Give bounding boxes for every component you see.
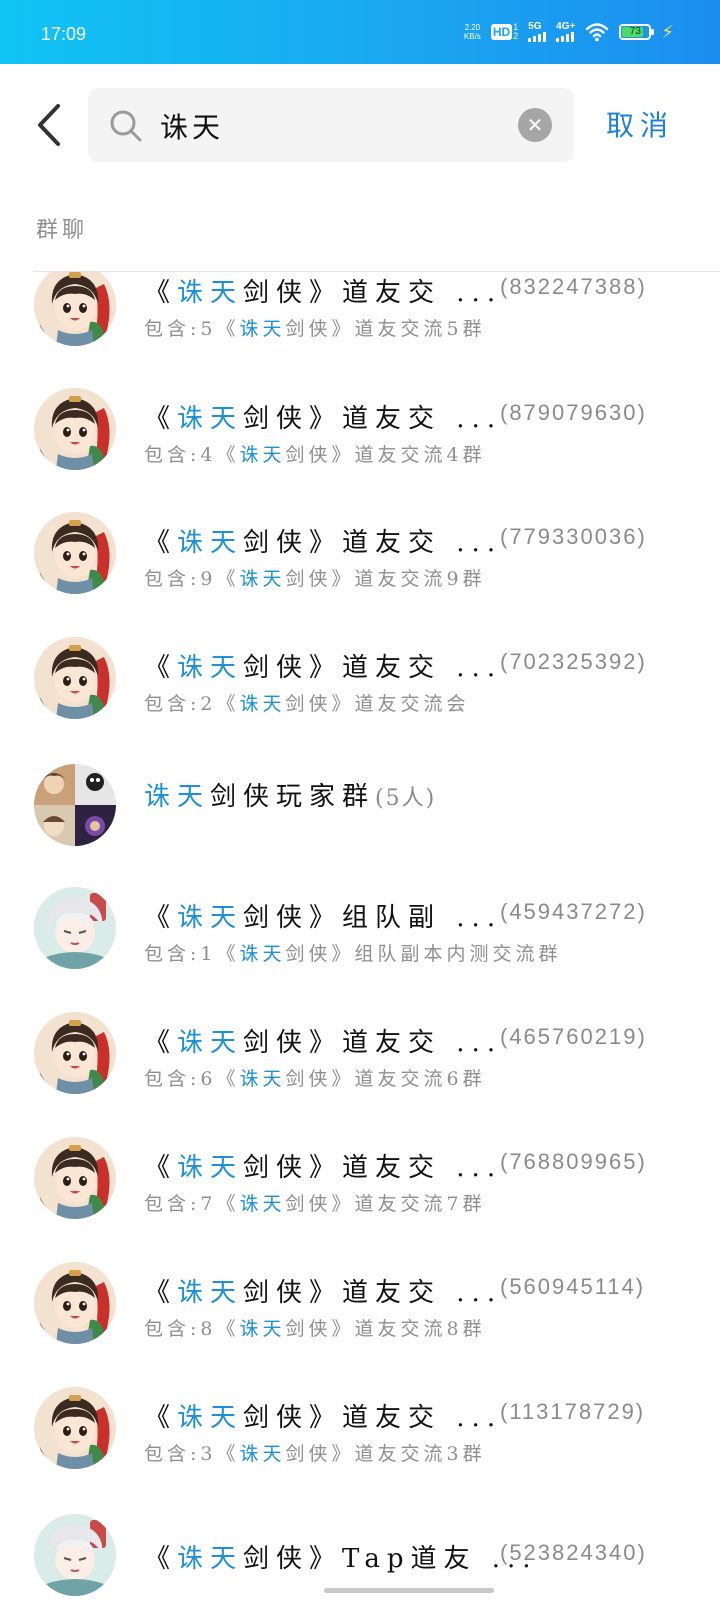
group-subtitle: 包含:8《诛天剑侠》道友交流8群 — [144, 1318, 486, 1340]
group-avatar — [34, 1387, 116, 1469]
group-avatar — [34, 1514, 116, 1596]
section-label-groups: 群聊 — [36, 218, 89, 243]
group-subtitle: 包含:7《诛天剑侠》道友交流7群 — [144, 1193, 486, 1215]
group-avatar — [34, 272, 116, 346]
results-list[interactable]: 《诛天剑侠》道友交 ... (832247388) 包含:5《诛天剑侠》道友交流… — [0, 272, 720, 1600]
battery-icon: 73 — [619, 24, 655, 40]
group-title: 《诛天剑侠》道友交 ... — [144, 404, 503, 434]
group-avatar — [34, 512, 116, 594]
group-subtitle: 包含:6《诛天剑侠》道友交流6群 — [144, 1068, 486, 1090]
group-subtitle: 包含:4《诛天剑侠》道友交流4群 — [144, 444, 486, 466]
group-title: 《诛天剑侠》道友交 ... — [144, 1153, 503, 1183]
group-title: 《诛天剑侠》道友交 ... — [144, 1278, 503, 1308]
group-subtitle: 包含:9《诛天剑侠》道友交流9群 — [144, 568, 486, 590]
group-id: (113178729) — [500, 1399, 646, 1424]
group-result-row[interactable]: 《诛天剑侠》组队副 ... (459437272) 包含:1《诛天剑侠》组队副本… — [0, 887, 720, 997]
hd-voice-icon: HD 1 2 — [490, 22, 519, 41]
group-result-row[interactable]: 《诛天剑侠》道友交 ... (779330036) 包含:9《诛天剑侠》道友交流… — [0, 512, 720, 622]
group-id: (560945114) — [500, 1274, 646, 1299]
status-icons: 2.20 KB/s HD 1 2 5G 4G+ 73 ⚡ — [464, 18, 674, 46]
group-id: (768809965) — [500, 1149, 647, 1174]
chevron-left-icon — [38, 104, 60, 146]
group-result-row[interactable]: 诛天剑侠玩家群(5人) — [0, 764, 720, 888]
close-icon: ✕ — [526, 113, 544, 137]
group-result-row[interactable]: 《诛天剑侠》道友交 ... (113178729) 包含:3《诛天剑侠》道友交流… — [0, 1387, 720, 1497]
network-speed: 2.20 KB/s — [463, 23, 481, 41]
group-id: (879079630) — [500, 400, 647, 425]
status-bar: 17:09 2.20 KB/s HD 1 2 5G 4G+ 73 ⚡ — [0, 0, 720, 64]
charging-icon: ⚡ — [661, 21, 674, 43]
wifi-icon — [586, 23, 609, 42]
group-avatar — [34, 637, 116, 719]
group-result-row[interactable]: 《诛天剑侠》道友交 ... (702325392) 包含:2《诛天剑侠》道友交流… — [0, 637, 720, 747]
group-avatar — [34, 1012, 116, 1094]
group-result-row[interactable]: 《诛天剑侠》道友交 ... (879079630) 包含:4《诛天剑侠》道友交流… — [0, 388, 720, 498]
group-title: 《诛天剑侠》道友交 ... — [144, 278, 503, 308]
group-result-row[interactable]: 《诛天剑侠》道友交 ... (560945114) 包含:8《诛天剑侠》道友交流… — [0, 1262, 720, 1372]
group-avatar — [34, 1137, 116, 1219]
group-title: 《诛天剑侠》组队副 ... — [144, 903, 503, 933]
group-subtitle: 包含:3《诛天剑侠》道友交流3群 — [144, 1443, 486, 1465]
status-time: 17:09 — [41, 24, 87, 44]
group-id: (702325392) — [500, 649, 647, 674]
group-subtitle: 包含:5《诛天剑侠》道友交流5群 — [144, 318, 486, 340]
group-subtitle: 包含:2《诛天剑侠》道友交流会 — [144, 693, 470, 715]
group-title: 《诛天剑侠》Tap道友 ... — [144, 1544, 538, 1574]
back-button[interactable] — [30, 100, 70, 150]
group-avatar — [34, 887, 116, 969]
group-title: 《诛天剑侠》道友交 ... — [144, 653, 503, 683]
group-id: (523824340) — [500, 1540, 647, 1565]
5g-signal-icon: 5G — [528, 22, 547, 42]
group-title: 诛天剑侠玩家群(5人) — [144, 782, 437, 812]
group-avatar — [34, 1262, 116, 1344]
group-result-row[interactable]: 《诛天剑侠》道友交 ... (768809965) 包含:7《诛天剑侠》道友交流… — [0, 1137, 720, 1247]
group-id: (459437272) — [500, 899, 647, 924]
search-box[interactable]: 诛天 ✕ — [88, 88, 574, 162]
search-icon — [110, 110, 142, 142]
group-result-row[interactable]: 《诛天剑侠》道友交 ... (832247388) 包含:5《诛天剑侠》道友交流… — [0, 272, 720, 372]
group-avatar — [34, 388, 116, 470]
group-id: (832247388) — [500, 274, 647, 299]
search-input[interactable]: 诛天 — [160, 106, 224, 146]
group-title: 《诛天剑侠》道友交 ... — [144, 1028, 503, 1058]
group-title: 《诛天剑侠》道友交 ... — [144, 1403, 503, 1433]
home-indicator — [324, 1588, 494, 1593]
group-avatar — [34, 764, 116, 846]
group-subtitle: 包含:1《诛天剑侠》组队副本内测交流群 — [144, 943, 562, 965]
4g-signal-icon: 4G+ — [556, 22, 575, 42]
group-id: (465760219) — [500, 1024, 647, 1049]
group-result-row[interactable]: 《诛天剑侠》道友交 ... (465760219) 包含:6《诛天剑侠》道友交流… — [0, 1012, 720, 1122]
cancel-button[interactable]: 取消 — [606, 104, 674, 144]
clear-search-button[interactable]: ✕ — [518, 108, 552, 142]
group-id: (779330036) — [500, 524, 647, 549]
group-title: 《诛天剑侠》道友交 ... — [144, 528, 503, 558]
